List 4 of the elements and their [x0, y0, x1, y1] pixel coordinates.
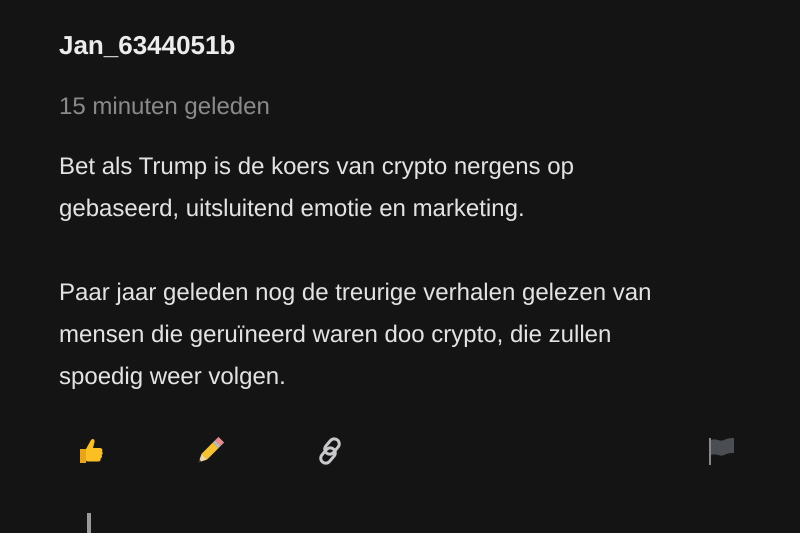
comment-paragraph: Paar jaar geleden nog de treurige verhalen gelezen van mensen die geruïneerd waren doo crypto, die zullen spoedig weer volgen.	[59, 278, 652, 392]
author-name: Jan_6344051b	[59, 29, 236, 62]
timestamp: 15 minuten geleden	[59, 92, 270, 122]
comment-paragraph: Bet als Trump is de koers van crypto nergens op gebaseerd, uitsluitend emotie en marketing.	[59, 152, 575, 224]
